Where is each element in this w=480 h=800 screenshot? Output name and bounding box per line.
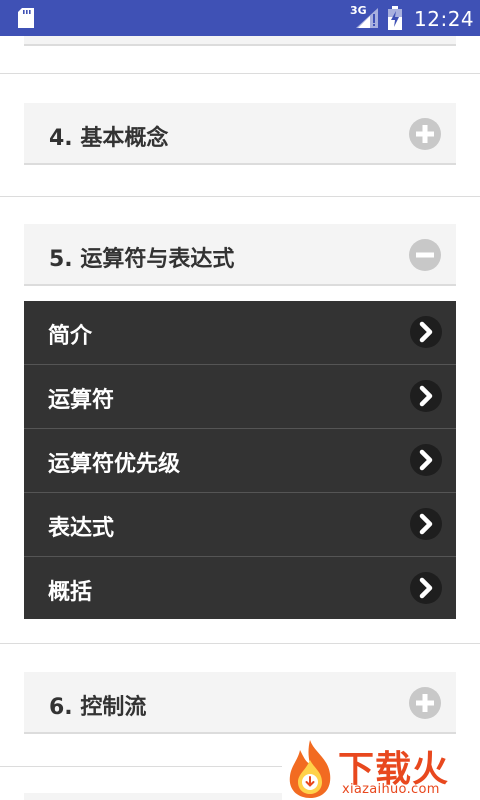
chapter-list: 4. 基本概念 5. 运算符与表达式 简介 运算符 运算符优先级 表达式 概括 … [0, 36, 480, 800]
section-5-submenu: 简介 运算符 运算符优先级 表达式 概括 [24, 301, 456, 619]
divider [0, 643, 480, 644]
chevron-right-icon [410, 316, 442, 348]
submenu-item-summary[interactable]: 概括 [24, 557, 456, 619]
chevron-right-icon [410, 380, 442, 412]
chevron-right-icon [410, 444, 442, 476]
submenu-item-label: 运算符 [48, 388, 115, 413]
submenu-item-expressions[interactable]: 表达式 [24, 493, 456, 557]
chevron-right-icon [410, 508, 442, 540]
section-header-5[interactable]: 5. 运算符与表达式 [24, 224, 456, 286]
section-title: 4. 基本概念 [49, 126, 169, 151]
submenu-item-operators[interactable]: 运算符 [24, 365, 456, 429]
chevron-right-icon [410, 572, 442, 604]
submenu-item-label: 简介 [48, 324, 93, 349]
clock: 12:24 [414, 7, 475, 31]
minus-icon[interactable] [408, 238, 442, 272]
battery-charging-icon [388, 6, 402, 30]
screen: 3G 12:24 4. 基本概念 5. 运算符与表达式 简介 运算符 运算符优先… [0, 0, 480, 800]
divider [0, 73, 480, 74]
section-title: 5. 运算符与表达式 [49, 247, 235, 272]
section-title: 6. 控制流 [49, 695, 147, 720]
section-header-6[interactable]: 6. 控制流 [24, 672, 456, 734]
previous-section-edge [24, 36, 456, 46]
submenu-item-label: 概括 [48, 580, 93, 605]
submenu-item-label: 运算符优先级 [48, 452, 181, 477]
watermark-url: xiazaihuo.com [342, 782, 440, 797]
submenu-item-intro[interactable]: 简介 [24, 301, 456, 365]
submenu-item-label: 表达式 [48, 516, 115, 541]
signal-icon [356, 8, 378, 28]
divider [0, 196, 480, 197]
section-header-4[interactable]: 4. 基本概念 [24, 103, 456, 165]
submenu-item-operator-precedence[interactable]: 运算符优先级 [24, 429, 456, 493]
flame-logo-icon [289, 740, 331, 798]
plus-icon[interactable] [408, 117, 442, 151]
sd-card-icon [18, 8, 34, 28]
status-bar: 3G 12:24 [0, 0, 480, 36]
plus-icon[interactable] [408, 686, 442, 720]
watermark: 下载火 xiazaihuo.com [282, 738, 480, 800]
